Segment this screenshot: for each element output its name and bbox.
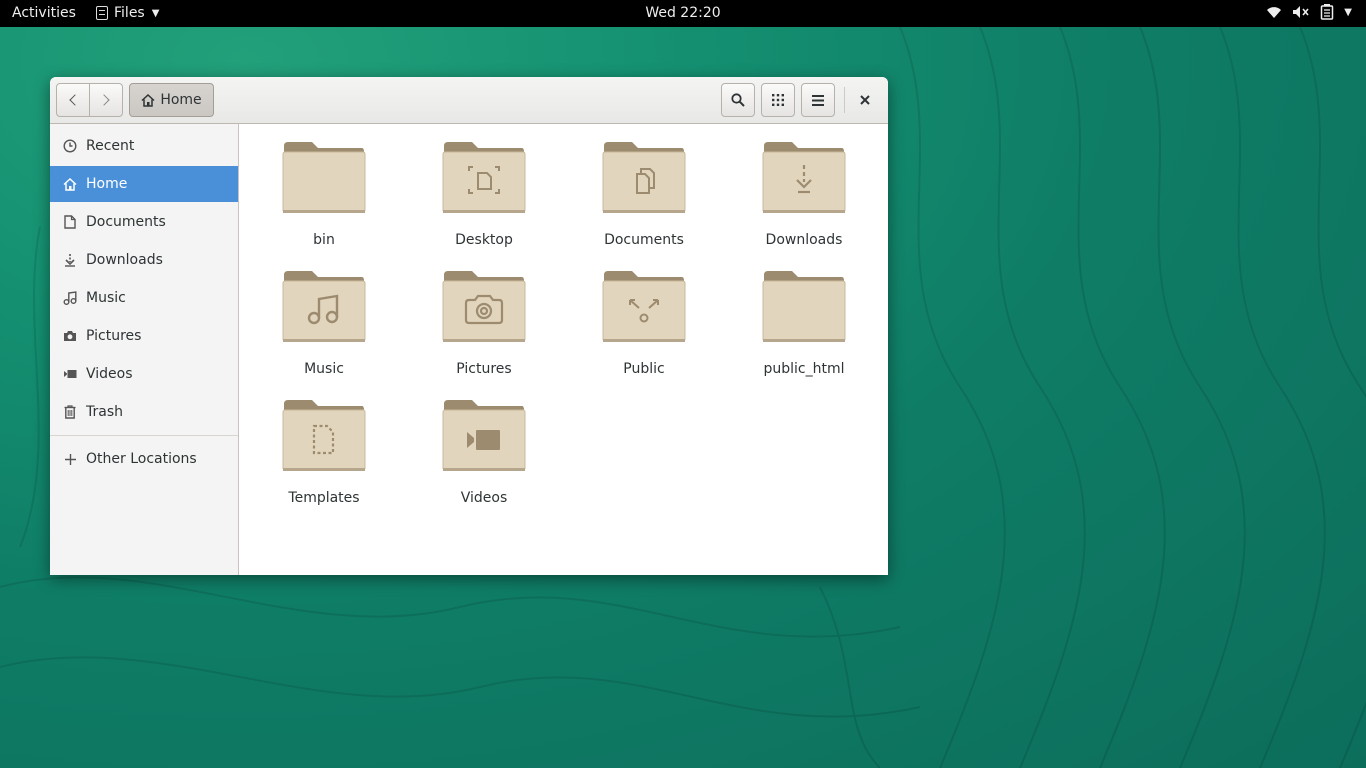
sidebar-item-label: Documents	[86, 214, 166, 230]
folder-item-videos[interactable]: Videos	[409, 382, 559, 507]
folder-item-desktop[interactable]: Desktop	[409, 124, 559, 249]
sidebar-item-trash[interactable]: Trash	[50, 394, 238, 430]
sidebar-item-other-locations[interactable]: Other Locations	[50, 441, 238, 477]
close-window-button[interactable]	[850, 83, 880, 117]
wifi-icon	[1267, 7, 1282, 18]
sidebar-item-label: Videos	[86, 366, 133, 382]
status-area[interactable]: ▼	[1266, 4, 1352, 20]
top-bar: Activities Files ▼ Wed 22:20 ▼	[0, 0, 1366, 27]
header-bar: Home	[50, 77, 888, 124]
sidebar-item-downloads[interactable]: Downloads	[50, 242, 238, 278]
sidebar-item-label: Other Locations	[86, 451, 197, 467]
header-separator	[844, 87, 845, 113]
file-name: public_html	[763, 361, 845, 377]
folder-item-templates[interactable]: Templates	[249, 382, 399, 507]
activities-button[interactable]: Activities	[12, 5, 76, 21]
sidebar-item-label: Downloads	[86, 252, 163, 268]
menu-button[interactable]	[801, 83, 835, 117]
file-name: bin	[313, 232, 335, 248]
file-name: Public	[623, 361, 665, 377]
file-name: Downloads	[765, 232, 843, 248]
folder-videos-icon	[442, 400, 526, 471]
file-name: Desktop	[455, 232, 513, 248]
music-icon	[62, 290, 78, 306]
sidebar-item-label: Home	[86, 176, 128, 192]
sidebar-item-label: Music	[86, 290, 126, 306]
path-bar-home-button[interactable]: Home	[129, 83, 214, 117]
forward-button[interactable]	[89, 83, 123, 117]
sidebar-item-label: Recent	[86, 138, 135, 154]
places-sidebar: Recent Home Documents Downloads Music Pi…	[50, 124, 239, 575]
folder-item-public[interactable]: Public	[569, 253, 719, 378]
folder-icon	[282, 142, 366, 213]
file-name: Music	[304, 361, 344, 377]
file-name: Videos	[460, 490, 508, 506]
files-app-icon	[96, 6, 108, 20]
sidebar-item-recent[interactable]: Recent	[50, 128, 238, 164]
file-name: Templates	[288, 490, 360, 506]
file-icon-view: bin Desktop Documents Downloads Music Pi…	[239, 124, 888, 575]
folder-templates-icon	[282, 400, 366, 471]
folder-item-bin[interactable]: bin	[249, 124, 399, 249]
sidebar-item-documents[interactable]: Documents	[50, 204, 238, 240]
folder-documents-icon	[602, 142, 686, 213]
folder-public-icon	[602, 271, 686, 342]
folder-item-documents[interactable]: Documents	[569, 124, 719, 249]
sidebar-item-music[interactable]: Music	[50, 280, 238, 316]
folder-pictures-icon	[442, 271, 526, 342]
app-menu-label: Files	[114, 5, 145, 21]
sidebar-item-label: Pictures	[86, 328, 142, 344]
folder-item-music[interactable]: Music	[249, 253, 399, 378]
home-icon	[141, 93, 155, 107]
chevron-left-icon	[69, 94, 81, 106]
document-icon	[62, 214, 78, 230]
folder-icon	[762, 271, 846, 342]
battery-icon	[1321, 4, 1334, 20]
sidebar-separator	[50, 435, 238, 436]
hamburger-menu-icon	[812, 94, 824, 106]
clock-icon	[62, 138, 78, 154]
path-bar-label: Home	[160, 92, 202, 108]
app-menu-button[interactable]: Files ▼	[96, 5, 159, 21]
download-icon	[62, 252, 78, 268]
caret-down-icon: ▼	[151, 7, 160, 19]
file-name: Documents	[604, 232, 684, 248]
folder-music-icon	[282, 271, 366, 342]
folder-item-downloads[interactable]: Downloads	[729, 124, 879, 249]
sidebar-item-home[interactable]: Home	[50, 166, 238, 202]
view-toggle-button[interactable]	[761, 83, 795, 117]
folder-desktop-icon	[442, 142, 526, 213]
search-icon	[731, 93, 745, 107]
search-button[interactable]	[721, 83, 755, 117]
sidebar-item-pictures[interactable]: Pictures	[50, 318, 238, 354]
home-icon	[62, 176, 78, 192]
folder-item-pictures[interactable]: Pictures	[409, 253, 559, 378]
navigation-buttons	[56, 83, 123, 117]
back-button[interactable]	[56, 83, 90, 117]
plus-icon	[62, 451, 78, 467]
camera-icon	[62, 328, 78, 344]
files-window: Home Recent Home Documents Downloads Mus…	[50, 77, 888, 575]
close-icon	[860, 95, 870, 105]
grid-view-icon	[772, 94, 784, 106]
file-name: Pictures	[456, 361, 512, 377]
sidebar-item-videos[interactable]: Videos	[50, 356, 238, 392]
sidebar-item-label: Trash	[86, 404, 123, 420]
chevron-right-icon	[98, 94, 110, 106]
system-menu-caret-icon: ▼	[1344, 6, 1352, 18]
trash-icon	[62, 404, 78, 420]
volume-muted-icon	[1293, 6, 1309, 18]
clock[interactable]: Wed 22:20	[0, 5, 1366, 21]
video-icon	[62, 366, 78, 382]
folder-item-public-html[interactable]: public_html	[729, 253, 879, 378]
folder-downloads-icon	[762, 142, 846, 213]
